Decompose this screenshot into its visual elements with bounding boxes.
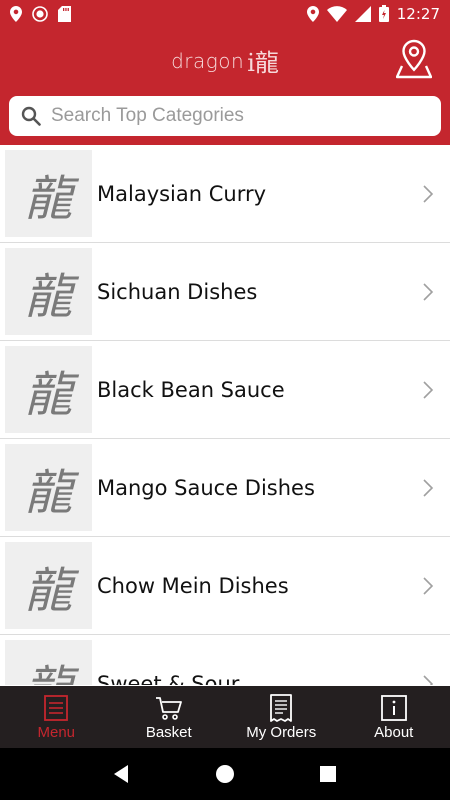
store-location-button[interactable]	[396, 39, 432, 79]
bottom-nav: Menu Basket My Orders About	[0, 686, 450, 748]
home-icon[interactable]	[214, 763, 236, 785]
search-icon	[21, 106, 41, 126]
search-input[interactable]	[51, 105, 411, 127]
category-label: Sweet & Sour	[97, 671, 240, 686]
chevron-right-icon	[423, 282, 434, 301]
logo-text: dragon	[171, 48, 245, 73]
category-item-malaysian-curry[interactable]: 龍 Malaysian Curry	[0, 145, 450, 243]
dragon-calligraphy-icon: 龍	[24, 649, 72, 686]
category-thumbnail: 龍	[5, 444, 92, 531]
battery-icon	[378, 5, 389, 22]
location-status-icon-right	[306, 5, 319, 22]
category-label: Mango Sauce Dishes	[97, 475, 315, 500]
sd-card-icon	[58, 5, 71, 22]
chevron-right-icon	[423, 576, 434, 595]
chevron-right-icon	[423, 478, 434, 497]
category-label: Chow Mein Dishes	[97, 573, 289, 598]
nav-about-label: About	[374, 723, 414, 741]
wifi-icon	[326, 5, 347, 22]
category-item-sweet-sour[interactable]: 龍 Sweet & Sour	[0, 635, 450, 685]
dragon-calligraphy-icon: 龍	[24, 562, 73, 619]
record-status-icon	[32, 5, 48, 22]
dragon-calligraphy-icon: 龍	[24, 464, 73, 521]
recents-icon[interactable]	[317, 763, 339, 785]
app-bar: dragon i龍	[0, 27, 450, 89]
basket-icon	[155, 696, 182, 720]
dragon-calligraphy-icon: 龍	[24, 268, 73, 325]
receipt-icon	[270, 693, 293, 722]
back-icon[interactable]	[111, 763, 133, 785]
chevron-right-icon	[423, 184, 434, 203]
dragon-calligraphy-icon: 龍	[24, 170, 73, 227]
category-list[interactable]: 龍 Malaysian Curry 龍 Sichuan Dishes 龍 Bla…	[0, 145, 450, 685]
info-icon	[380, 694, 407, 721]
nav-menu-label: Menu	[37, 723, 76, 741]
category-thumbnail: 龍	[5, 248, 92, 335]
category-label: Black Bean Sauce	[97, 377, 285, 402]
search-area	[0, 89, 450, 145]
status-bar: 12:27	[0, 0, 450, 27]
category-label: Sichuan Dishes	[97, 279, 258, 304]
category-thumbnail: 龍	[5, 640, 92, 685]
nav-menu[interactable]: Menu	[0, 686, 113, 748]
chevron-right-icon	[423, 674, 434, 685]
category-item-black-bean-sauce[interactable]: 龍 Black Bean Sauce	[0, 341, 450, 439]
category-thumbnail: 龍	[5, 542, 92, 629]
search-box[interactable]	[9, 96, 441, 136]
category-thumbnail: 龍	[5, 150, 92, 237]
system-nav	[0, 748, 450, 800]
category-item-sichuan-dishes[interactable]: 龍 Sichuan Dishes	[0, 243, 450, 341]
menu-icon	[44, 694, 69, 721]
dragon-calligraphy-icon: 龍	[24, 366, 73, 423]
signal-icon	[354, 5, 371, 22]
category-item-mango-sauce-dishes[interactable]: 龍 Mango Sauce Dishes	[0, 439, 450, 537]
chevron-right-icon	[423, 380, 434, 399]
category-thumbnail: 龍	[5, 346, 92, 433]
location-status-icon	[10, 5, 22, 22]
nav-about[interactable]: About	[338, 686, 450, 748]
nav-my-orders-label: My Orders	[246, 723, 317, 741]
logo-mark: i龍	[247, 49, 279, 77]
category-item-chow-mein-dishes[interactable]: 龍 Chow Mein Dishes	[0, 537, 450, 635]
dragon-logo[interactable]: dragon i龍	[171, 43, 279, 78]
nav-my-orders[interactable]: My Orders	[225, 686, 338, 748]
clock: 12:27	[396, 4, 440, 23]
nav-basket-label: Basket	[145, 723, 192, 741]
category-label: Malaysian Curry	[97, 181, 267, 206]
nav-basket[interactable]: Basket	[113, 686, 226, 748]
